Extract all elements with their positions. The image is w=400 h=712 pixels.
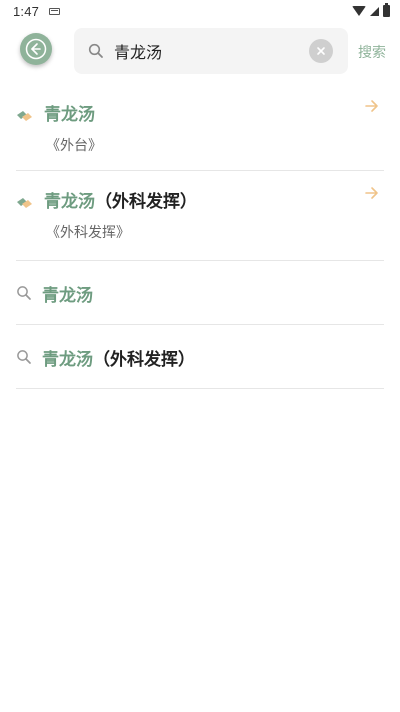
result-title: 青龙汤（外科发挥） — [44, 192, 197, 212]
results-list: 青龙汤 《外台》 青龙汤（外科发挥） 《外科发挥》 青龙汤 青龙汤（外科发挥） — [16, 84, 384, 389]
search-icon — [17, 286, 31, 300]
arrow-right-icon[interactable] — [364, 185, 380, 201]
list-item[interactable]: 青龙汤 — [16, 261, 384, 325]
result-source: 《外台》 — [46, 138, 102, 154]
search-box[interactable] — [74, 28, 348, 74]
search-button[interactable]: 搜索 — [358, 42, 386, 62]
battery-icon — [383, 3, 390, 17]
result-source: 《外科发挥》 — [46, 225, 130, 241]
status-time: 1:47 — [13, 3, 40, 19]
arrow-right-icon[interactable] — [364, 98, 380, 114]
list-item[interactable]: 青龙汤（外科发挥） — [16, 325, 384, 389]
list-item[interactable]: 青龙汤（外科发挥） 《外科发挥》 — [16, 171, 384, 261]
clear-search-button[interactable] — [309, 39, 333, 63]
search-icon — [88, 43, 104, 59]
close-icon — [317, 47, 325, 55]
search-page: 1:47 青龙汤 搜索 青龙汤 《外台》 青龙汤（外科发挥） 《外科发挥》 青龙… — [0, 0, 400, 712]
book-icon — [17, 111, 32, 121]
signal-icon — [370, 6, 379, 16]
book-icon — [17, 198, 32, 208]
list-item[interactable]: 青龙汤 《外台》 — [16, 84, 384, 171]
result-title: 青龙汤 — [42, 286, 93, 306]
status-bar: 1:47 — [0, 0, 400, 22]
wifi-icon — [352, 6, 366, 16]
back-button[interactable] — [20, 33, 52, 65]
search-header: 搜索 — [0, 28, 400, 74]
result-title: 青龙汤（外科发挥） — [42, 350, 195, 370]
search-input[interactable] — [114, 36, 304, 66]
status-icons — [352, 3, 390, 17]
notification-icon — [49, 7, 61, 15]
result-title: 青龙汤 — [44, 105, 95, 125]
search-icon — [17, 350, 31, 364]
arrow-left-icon — [25, 38, 47, 60]
